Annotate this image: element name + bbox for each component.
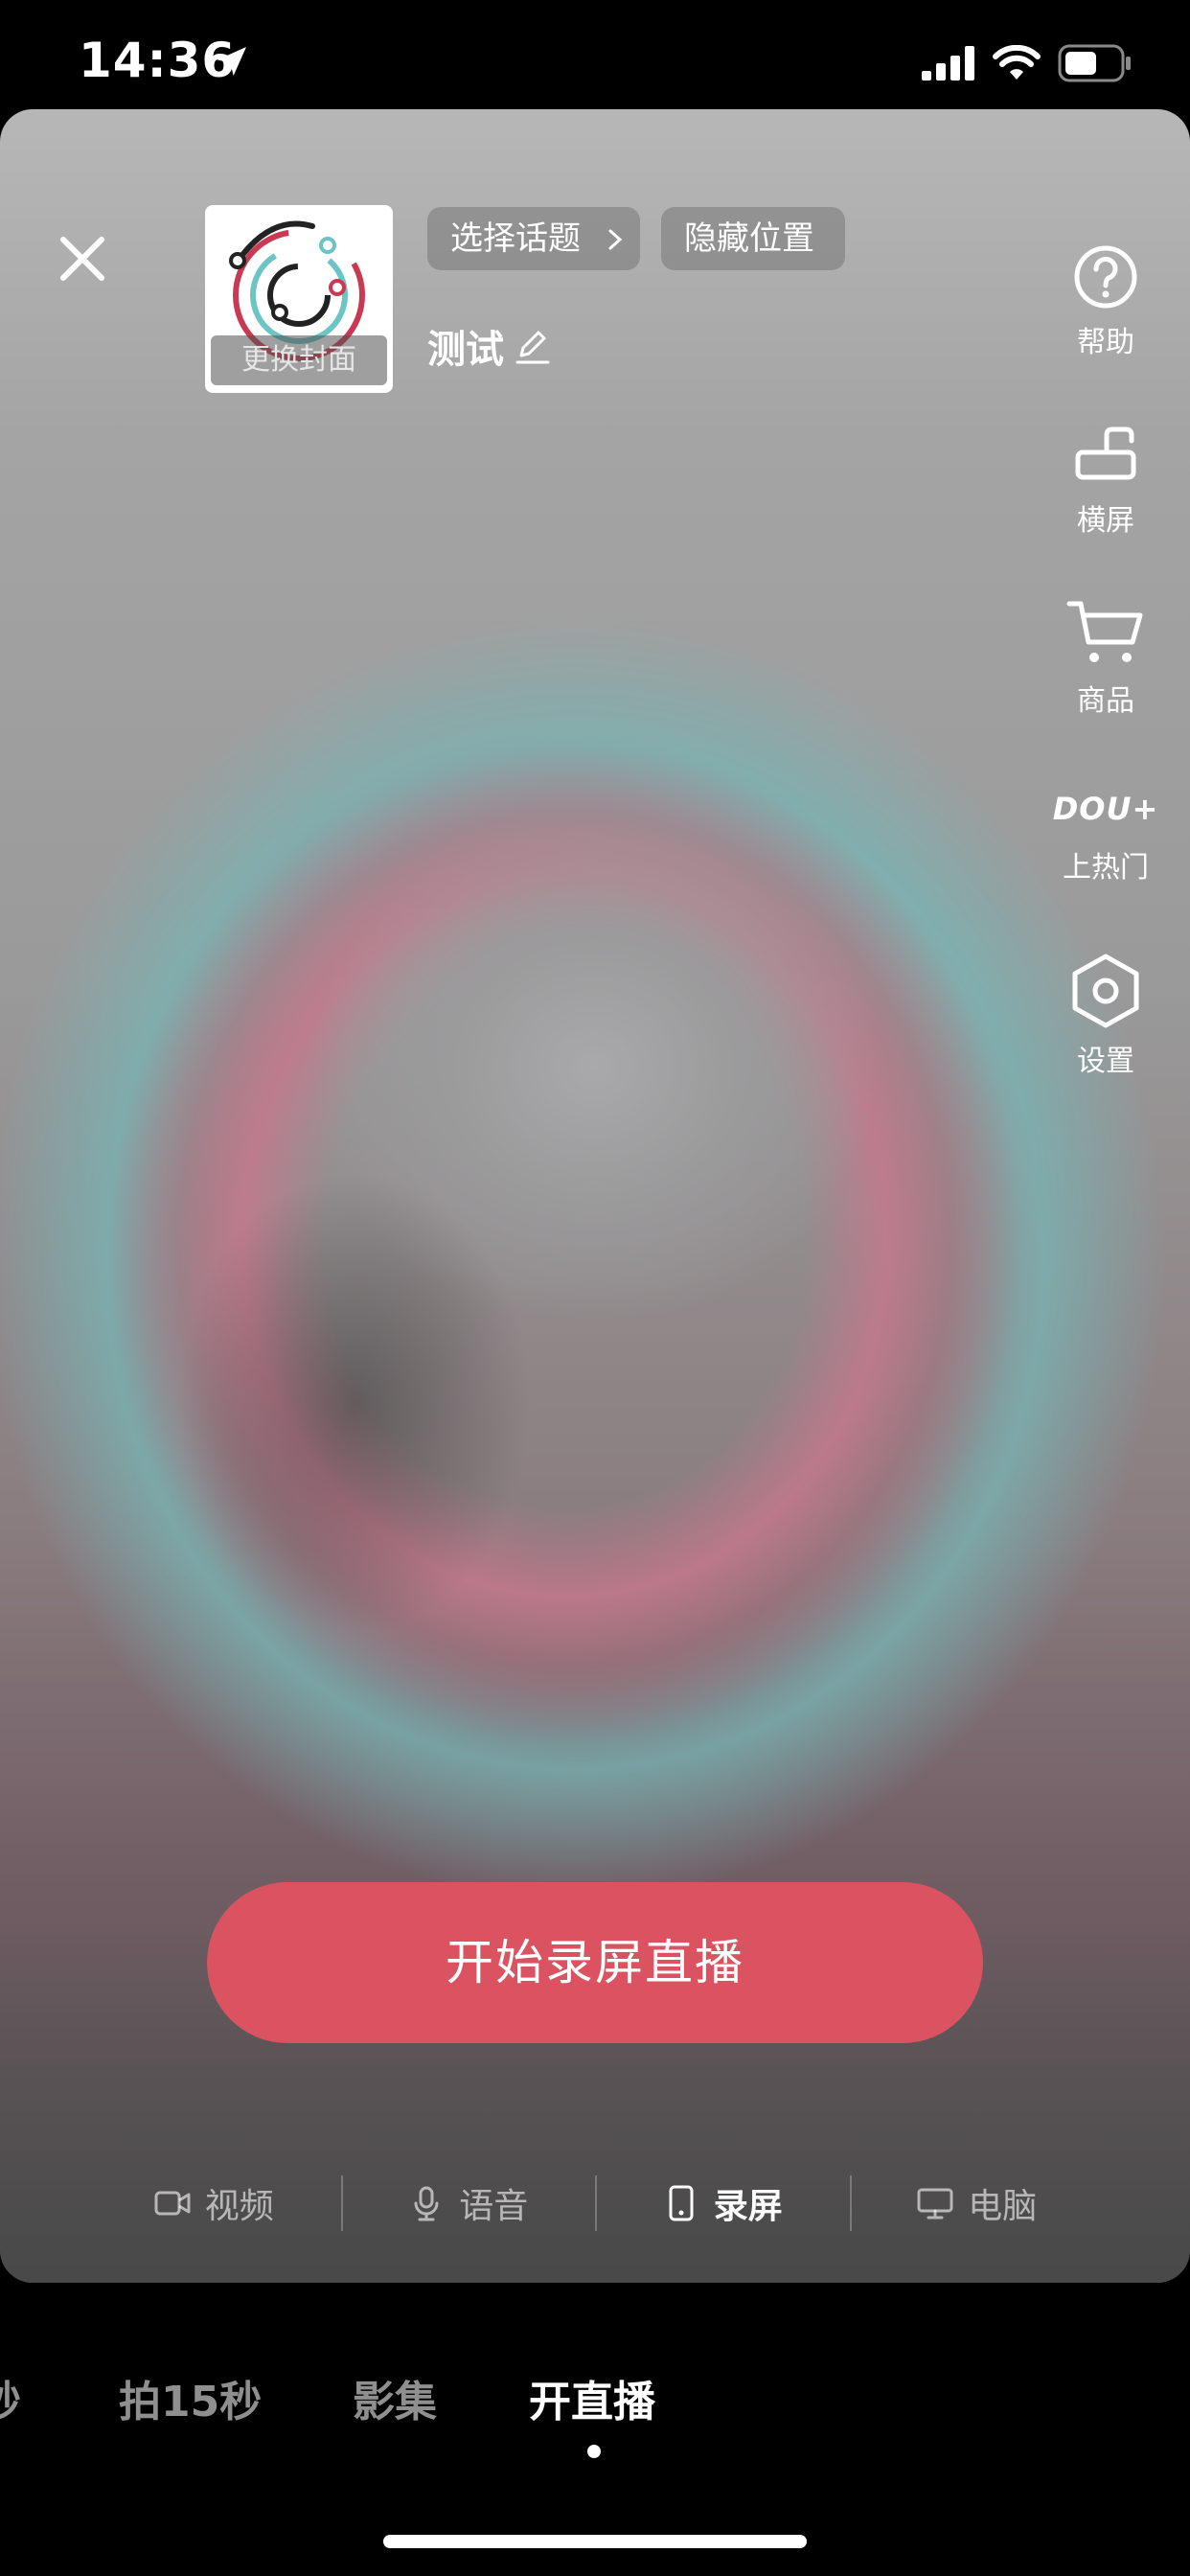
video-camera-icon [154,2191,191,2216]
chevron-right-icon [608,229,623,250]
status-icons [922,42,1133,84]
sidebar-item-label: 横屏 [1077,504,1134,538]
bottom-tab-seconds[interactable]: 秒 [0,2367,21,2428]
change-cover-label[interactable]: 更换封面 [211,335,387,385]
edit-pencil-icon[interactable] [514,327,552,365]
cover-image[interactable]: 更换封面 [205,205,393,393]
mode-tab-screen[interactable]: 录屏 [595,2170,850,2237]
camera-mode-tabs: 秒 拍15秒 影集 开直播 [0,2367,1190,2444]
dou-plus-icon: DOU+ [1052,791,1159,827]
sidebar-item-help[interactable]: 帮助 [1039,243,1173,360]
bottom-tab-15s[interactable]: 拍15秒 [119,2367,262,2428]
home-indicator[interactable] [383,2535,807,2548]
active-tab-indicator [587,2445,601,2458]
battery-icon [1058,44,1131,82]
sidebar-item-promote[interactable]: DOU+ 上热门 [1039,782,1173,886]
microphone-icon [414,2186,439,2221]
help-icon [1074,245,1137,309]
bottom-tab-go-live[interactable]: 开直播 [529,2367,655,2428]
wifi-icon [993,45,1041,80]
landscape-icon [1075,426,1136,480]
mode-tab-voice[interactable]: 语音 [340,2170,596,2237]
settings-icon [1072,954,1139,1028]
select-topic-label: 选择话题 [450,219,581,258]
mode-tab-computer[interactable]: 电脑 [849,2170,1105,2237]
mode-tab-label: 录屏 [713,2187,783,2226]
mode-tab-label: 电脑 [968,2187,1038,2226]
sidebar-item-label: 商品 [1077,684,1134,718]
select-topic-button[interactable]: 选择话题 [427,207,640,270]
cart-icon [1066,601,1143,662]
live-mode-tabs: 视频 语音 录屏 电脑 [86,2170,1104,2237]
location-arrow-icon [217,47,246,76]
mode-tab-video[interactable]: 视频 [86,2170,341,2237]
sidebar-item-settings[interactable]: 设置 [1039,953,1173,1079]
start-screen-live-button[interactable]: 开始录屏直播 [207,1882,983,2043]
sidebar-item-landscape[interactable]: 横屏 [1039,422,1173,539]
sidebar-item-label: 设置 [1077,1045,1134,1078]
sidebar-item-label: 上热门 [1063,851,1149,885]
live-title[interactable]: 测试 [427,318,552,374]
monitor-icon [917,2188,953,2220]
live-title-text: 测试 [427,328,504,372]
status-bar: 14:36 [0,0,1190,109]
close-icon[interactable] [57,234,107,284]
signal-icon [922,46,974,80]
sidebar-item-products[interactable]: 商品 [1039,598,1173,719]
bottom-tab-album[interactable]: 影集 [353,2367,437,2428]
hide-location-button[interactable]: 隐藏位置 [661,207,845,270]
mode-tab-label: 语音 [459,2187,529,2226]
sidebar-item-label: 帮助 [1077,326,1134,359]
phone-screen-icon [669,2185,694,2221]
mode-tab-label: 视频 [204,2187,274,2226]
live-setup-card: 更换封面 选择话题 隐藏位置 测试 帮助 横屏 商品 DOU+ 上热门 设置 开… [0,109,1190,2283]
